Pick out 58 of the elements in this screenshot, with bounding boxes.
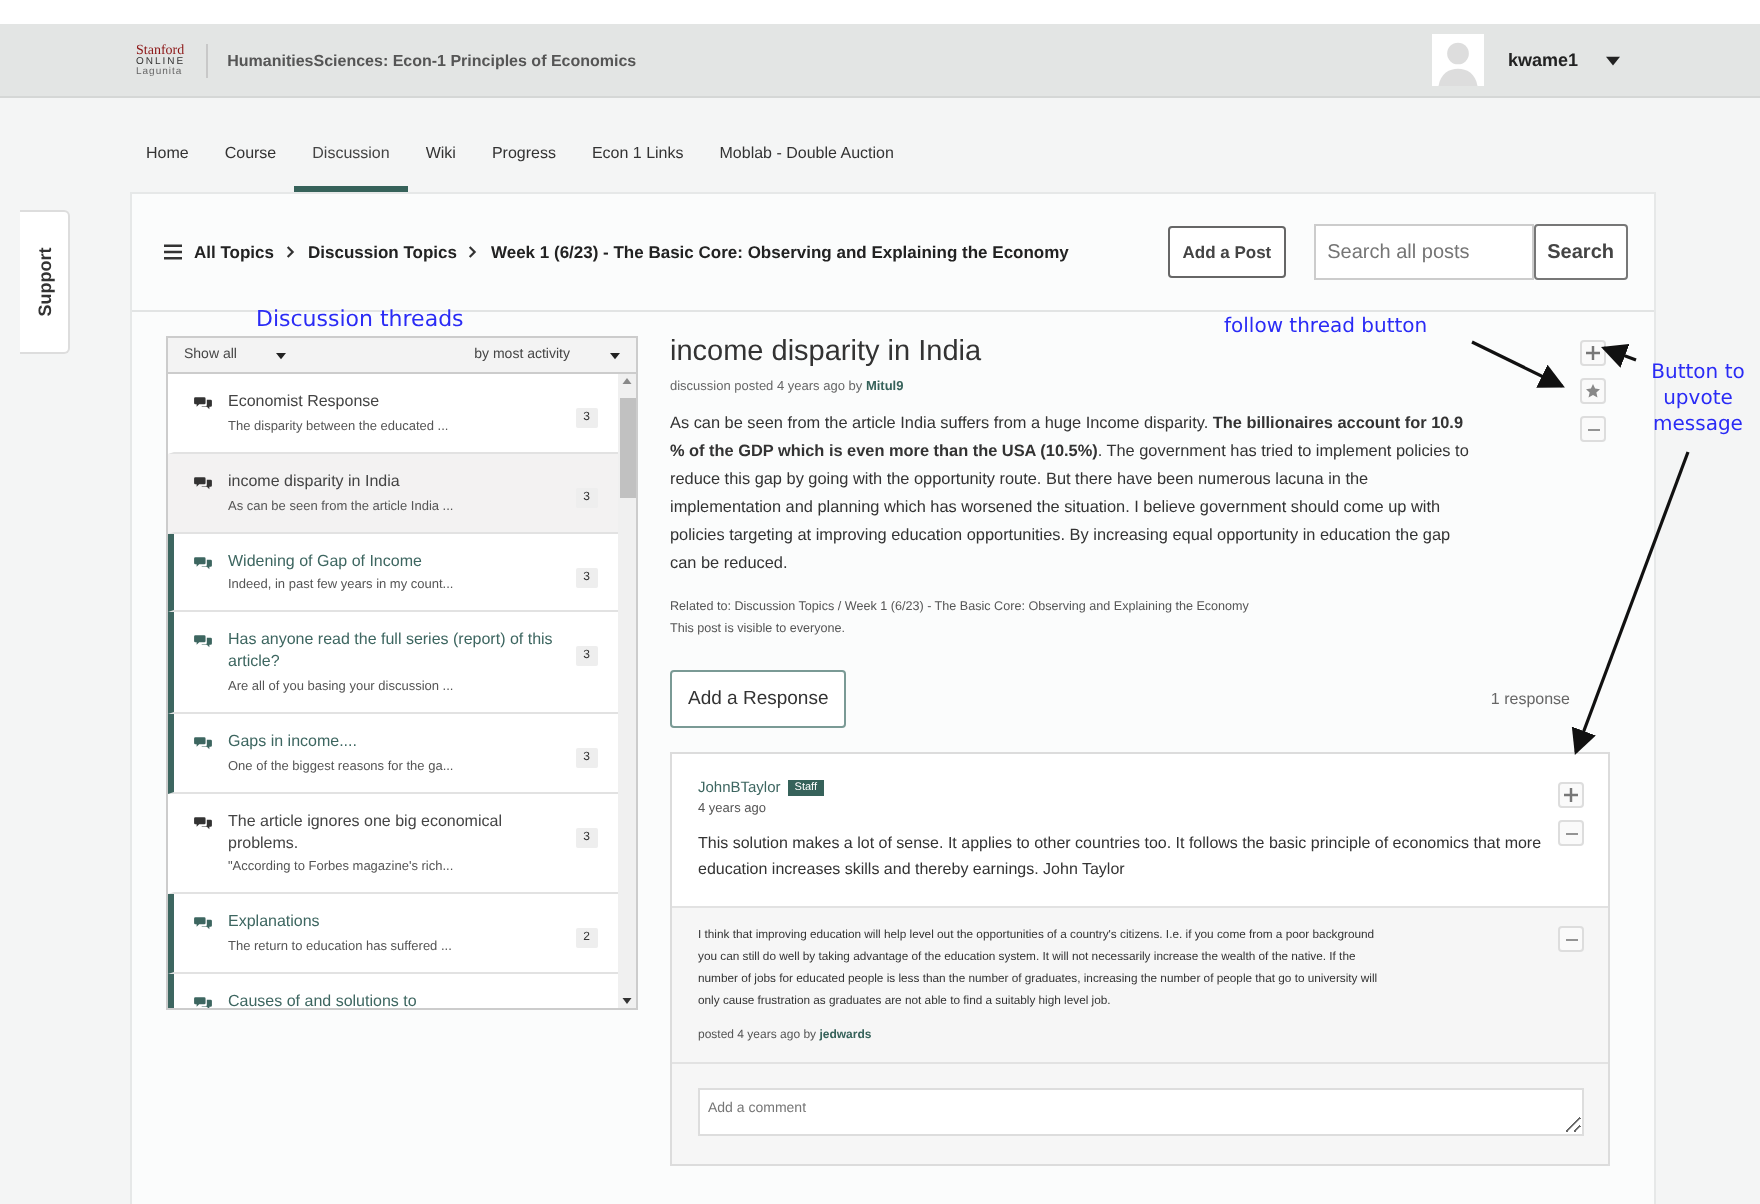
add-response-button[interactable]: Add a Response	[670, 670, 847, 728]
annotation-label: Button to upvote message	[1649, 360, 1747, 438]
scroll-up-icon[interactable]	[622, 378, 632, 384]
scroll-down-icon[interactable]	[622, 998, 632, 1004]
scroll-thumb[interactable]	[619, 398, 635, 498]
star-icon[interactable]	[1580, 378, 1606, 404]
menu-icon[interactable]	[164, 244, 182, 260]
thread-title: Has anyone read the full series (report) of this article?	[228, 630, 555, 674]
more-icon[interactable]	[1558, 926, 1584, 952]
annotation-label: follow thread button	[1224, 316, 1428, 338]
post-title: income disparity in India	[670, 336, 984, 368]
post-body: As can be seen from the article India suffers from a huge Income disparity. The billionaires account for 10.9 % of the GDP which is even more than the USA (10.5%). The government has tried to implement policies to reduce this gap by going with the opportunity route. But there have been numerous lacuna in the implementation and planning which has worsened the situation. I believe government should come up with policies targeting at improving education opportunities. By increasing equal opportunity in education the gap can be reduced.	[670, 412, 1471, 576]
caret-icon	[276, 351, 287, 359]
nav-tab[interactable]: Home	[128, 132, 207, 192]
caret-icon	[610, 351, 620, 359]
response-body: This solution makes a lot of sense. It applies to other countries too. It follows the basic principle of economics that more education increases skills and thereby earnings. John Taylor	[698, 832, 1544, 882]
nav-tab[interactable]: Progress	[473, 132, 574, 192]
thread-title: income disparity in India	[228, 471, 402, 494]
search-field[interactable]: Search all posts	[1313, 224, 1534, 280]
thread-item[interactable]: Causes of and solutions to	[168, 974, 618, 1008]
chevron-icon	[468, 244, 479, 260]
chat-icon	[194, 475, 212, 490]
nav-tab[interactable]: Moblab - Double Auction	[701, 132, 912, 192]
chevron-icon	[286, 244, 296, 260]
more-icon[interactable]	[1580, 416, 1606, 442]
chat-icon	[194, 735, 212, 750]
more-icon[interactable]	[1558, 820, 1584, 846]
nav-tab[interactable]: Econ 1 Links	[573, 132, 702, 192]
breadcrumb-link[interactable]: Discussion Topics	[308, 242, 457, 262]
support-tab[interactable]: Support	[20, 210, 70, 354]
scrollbar[interactable]	[618, 374, 636, 1008]
nav-tab[interactable]: Course	[206, 132, 295, 192]
thread-title: Gaps in income....	[228, 731, 359, 754]
username[interactable]: kwame1	[1507, 50, 1578, 70]
chat-icon	[194, 916, 212, 931]
chat-icon	[194, 396, 212, 410]
thread-title: The article ignores one big economical problems.	[228, 811, 504, 855]
add-icon[interactable]	[1580, 340, 1606, 366]
thread-title: Causes of and solutions to	[228, 992, 419, 1008]
add-icon[interactable]	[1558, 782, 1584, 808]
course-title: HumanitiesSciences: Econ-1 Principles of Economics	[227, 51, 637, 69]
thread-title: Explanations	[228, 912, 322, 935]
annotation-label: Discussion threads	[256, 306, 464, 332]
breadcrumb-link[interactable]: Week 1 (6/23) - The Basic Core: Observing and Explaining the Economy	[490, 242, 1069, 262]
thread-title: Widening of Gap of Income	[228, 551, 424, 573]
caret-icon[interactable]	[1606, 55, 1620, 65]
annotation-arrow	[1471, 340, 1565, 388]
chat-icon	[194, 815, 212, 830]
thread-title: Economist Response	[228, 392, 382, 414]
breadcrumb-link[interactable]: All Topics	[194, 242, 274, 262]
chat-icon	[194, 996, 212, 1008]
nav-tab[interactable]: Wiki	[407, 132, 474, 192]
add-post-button[interactable]: Add a Post	[1168, 226, 1286, 278]
chat-icon	[194, 555, 212, 570]
response-count: 1 response	[1490, 690, 1572, 708]
chat-icon	[194, 634, 212, 649]
annotation-arrow	[1601, 343, 1637, 368]
search-button[interactable]: Search	[1533, 224, 1628, 280]
